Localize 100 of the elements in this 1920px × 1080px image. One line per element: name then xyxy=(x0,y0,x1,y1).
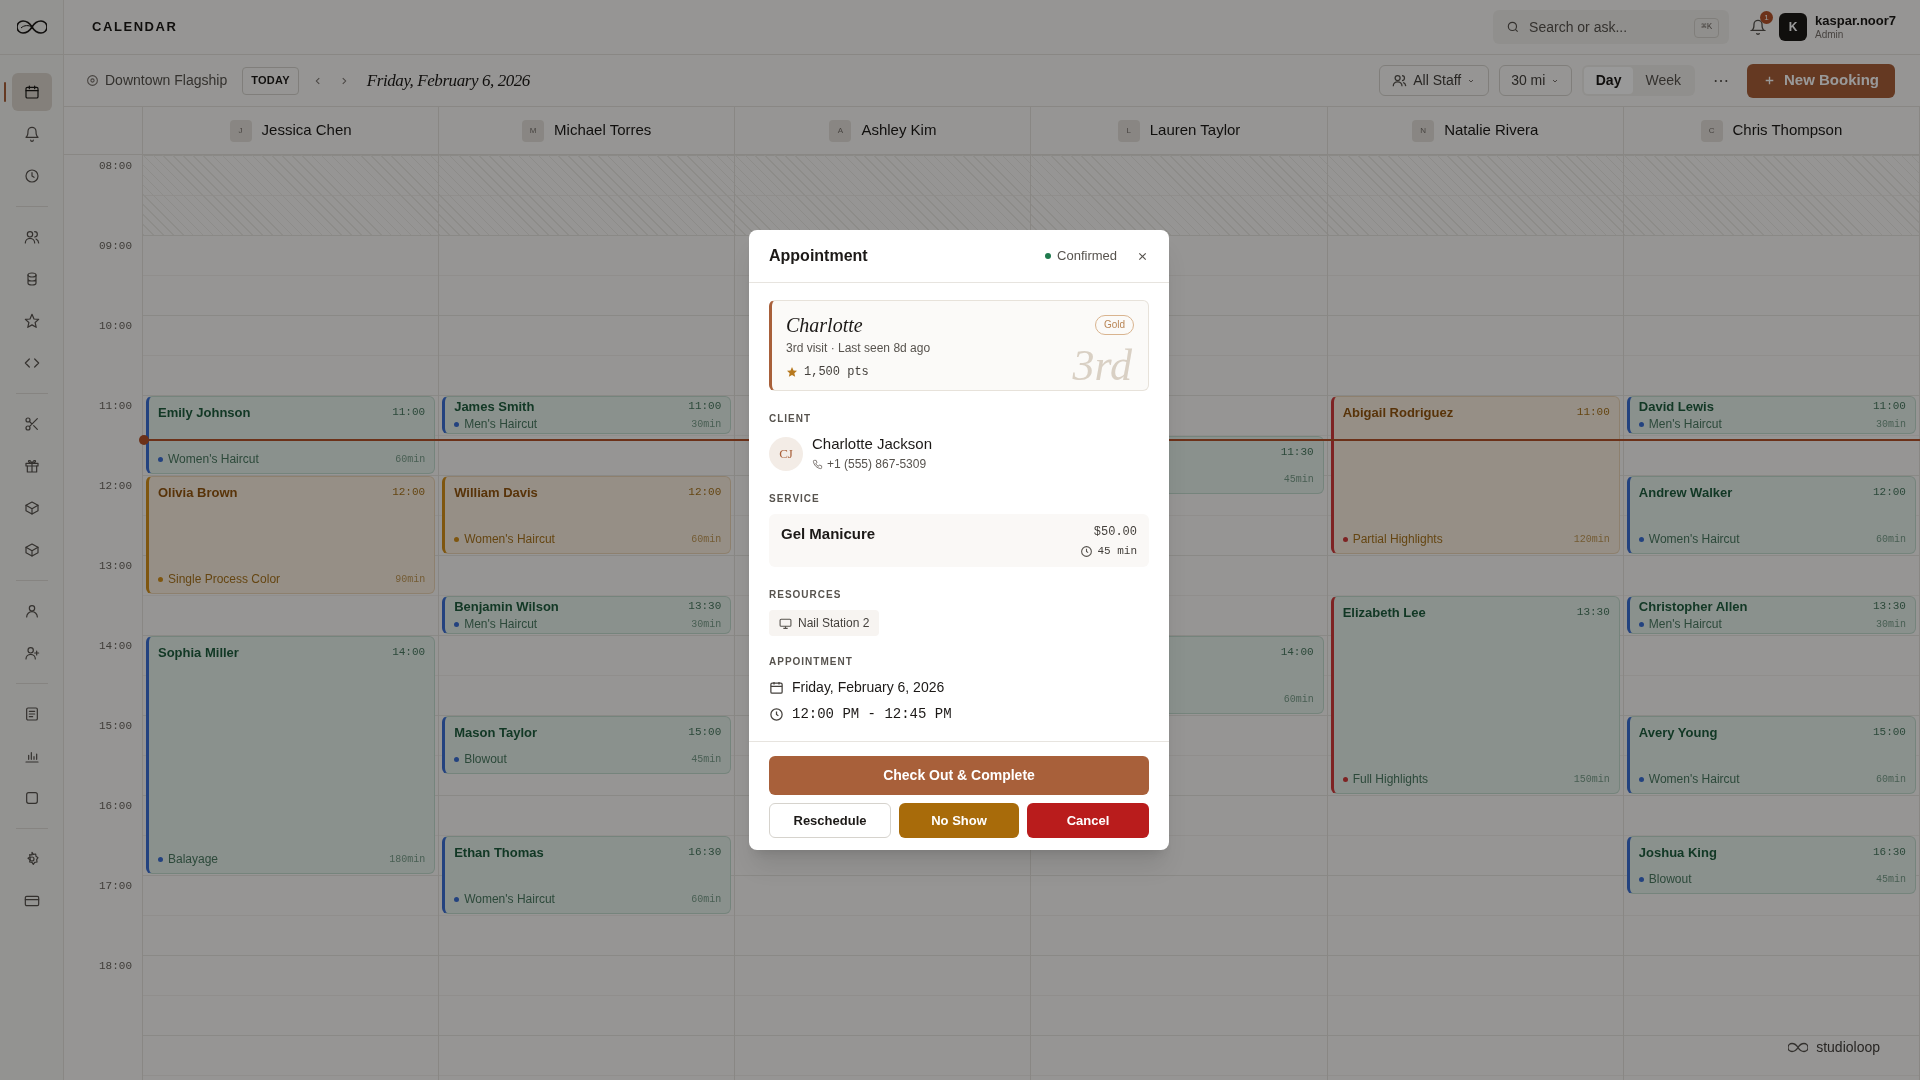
staff-name: Chris Thompson xyxy=(1732,120,1843,141)
appointment-time: 12:00 xyxy=(688,485,722,501)
appointment-duration: 60min xyxy=(395,452,426,467)
appointment-time: 16:30 xyxy=(1872,845,1906,861)
appointment-duration: 180min xyxy=(389,852,426,867)
service-name: Blowout xyxy=(464,751,507,767)
service-name: Men's Haircut xyxy=(464,616,538,632)
tier-badge: Gold xyxy=(1094,315,1134,335)
client-name: David Lewis xyxy=(1638,398,1714,415)
client-name: Mason Taylor xyxy=(454,724,537,741)
appointment-card[interactable]: Elizabeth Lee 13:30 Full Highlights 150min xyxy=(1330,596,1620,794)
location-name[interactable]: Downtown Flagship xyxy=(105,70,228,91)
hour-label: 08:00 xyxy=(99,159,132,174)
star-icon xyxy=(23,313,40,329)
client-name: Charlotte Jackson xyxy=(812,434,933,453)
appointment-card[interactable]: Olivia Brown 12:00 Single Process Color 90min xyxy=(146,476,436,594)
appointment-card[interactable]: Mason Taylor 15:00 Blowout 45min xyxy=(442,716,732,774)
user-avatar[interactable]: K xyxy=(1779,13,1808,41)
client-name: Ethan Thomas xyxy=(454,844,544,861)
service-name: Men's Haircut xyxy=(1648,416,1722,432)
client-name: Joshua King xyxy=(1638,844,1717,861)
service-name: Women's Haircut xyxy=(464,531,555,547)
scissors-icon xyxy=(23,416,40,432)
hour-label: 13:00 xyxy=(99,559,132,574)
appointment-card[interactable]: Emily Johnson 11:00 Women's Haircut 60min xyxy=(146,396,436,474)
cancel-button[interactable]: Cancel xyxy=(1027,803,1149,838)
bell-icon xyxy=(1750,19,1767,35)
appointment-duration: 150min xyxy=(1573,772,1610,787)
appointment-duration: 45min xyxy=(691,752,722,767)
appointment-time: 12:00 PM - 12:45 PM xyxy=(792,705,952,724)
user-plus-icon xyxy=(23,645,40,661)
staff-avatar: A xyxy=(829,119,852,142)
service-name: Women's Haircut xyxy=(168,451,259,467)
service-name: Women's Haircut xyxy=(1648,771,1740,787)
appointment-card[interactable]: Joshua King 16:30 Blowout 45min xyxy=(1626,836,1916,894)
interval-dropdown[interactable]: 30 mi xyxy=(1498,65,1572,96)
shortcut-key: ⌘K xyxy=(1694,18,1720,38)
user-icon xyxy=(23,603,40,619)
today-button[interactable]: TODAY xyxy=(242,66,299,95)
hour-label: 14:00 xyxy=(99,639,132,654)
box-icon xyxy=(23,500,40,516)
clock-icon xyxy=(769,707,784,722)
appointment-time: 14:00 xyxy=(1280,645,1314,660)
appointment-duration: 60min xyxy=(1283,693,1314,707)
close-icon xyxy=(1136,250,1148,262)
appointment-duration: 45min xyxy=(1875,872,1906,887)
appointment-duration: 60min xyxy=(1875,532,1906,547)
client-name: James Smith xyxy=(454,398,535,415)
new-booking-button[interactable]: New Booking xyxy=(1747,63,1895,98)
client-name: Andrew Walker xyxy=(1638,484,1733,501)
star-icon xyxy=(786,366,798,378)
brand-name: studioloop xyxy=(1816,1038,1880,1057)
view-tab[interactable]: Day xyxy=(1583,67,1634,94)
service-name: Full Highlights xyxy=(1352,771,1429,787)
appointment-card[interactable]: Christopher Allen 13:30 Men's Haircut 30min xyxy=(1626,596,1916,634)
appointment-card[interactable]: James Smith 11:00 Men's Haircut 30min xyxy=(442,396,732,434)
section-label: CLIENT xyxy=(769,412,813,426)
appointment-time: 15:00 xyxy=(1872,725,1906,741)
appointment-card[interactable]: Sophia Miller 14:00 Balayage 180min xyxy=(146,636,436,874)
client-name: Benjamin Wilson xyxy=(454,598,559,615)
appointment-duration: 30min xyxy=(691,617,722,632)
section-label: RESOURCES xyxy=(769,588,843,602)
no-show-button[interactable]: No Show xyxy=(899,803,1019,838)
service-name: Men's Haircut xyxy=(1648,616,1722,632)
reschedule-button[interactable]: Reschedule xyxy=(769,803,891,838)
view-tab[interactable]: Week xyxy=(1633,67,1693,94)
appointment-card[interactable]: Avery Young 15:00 Women's Haircut 60min xyxy=(1626,716,1916,794)
plus-icon xyxy=(1763,74,1776,87)
check-out-button[interactable]: Check Out & Complete xyxy=(769,756,1149,795)
active-indicator xyxy=(3,82,6,102)
appointment-time: 15:00 xyxy=(688,725,722,741)
appointment-time: 11:00 xyxy=(392,405,426,421)
appointment-card[interactable]: Abigail Rodriguez 11:00 Partial Highlights 120min xyxy=(1330,396,1620,554)
staff-filter-dropdown[interactable]: All Staff xyxy=(1378,65,1489,96)
hour-label: 12:00 xyxy=(99,479,132,494)
appointment-card[interactable]: William Davis 12:00 Women's Haircut 60min xyxy=(442,476,732,554)
appointment-duration: 60min xyxy=(691,532,722,547)
appointment-duration: 30min xyxy=(1875,617,1906,632)
more-button[interactable]: ⋯ xyxy=(1709,68,1733,93)
appointment-time: 11:00 xyxy=(688,399,722,415)
hour-label: 17:00 xyxy=(99,879,132,894)
client-name: Elizabeth Lee xyxy=(1342,604,1426,621)
notification-count: 1 xyxy=(1760,11,1774,24)
square-icon xyxy=(23,790,40,806)
appointment-card[interactable]: Andrew Walker 12:00 Women's Haircut 60min xyxy=(1626,476,1916,554)
client-name: Sophia Miller xyxy=(158,644,239,661)
brand-logo-icon xyxy=(1788,1042,1809,1053)
service-duration: 45 min xyxy=(1097,544,1137,559)
service-name: Balayage xyxy=(168,851,219,867)
appointment-card[interactable]: David Lewis 11:00 Men's Haircut 30min xyxy=(1626,396,1916,434)
appointment-card[interactable]: Ethan Thomas 16:30 Women's Haircut 60min xyxy=(442,836,732,914)
phone-icon xyxy=(812,458,823,470)
hour-label: 16:00 xyxy=(99,799,132,814)
service-name: Partial Highlights xyxy=(1352,531,1443,547)
appointment-card[interactable]: Benjamin Wilson 13:30 Men's Haircut 30min xyxy=(442,596,732,634)
logo-icon xyxy=(16,19,47,35)
calendar-icon xyxy=(23,84,40,100)
monitor-icon xyxy=(779,616,792,630)
section-label: SERVICE xyxy=(769,492,821,506)
box-icon xyxy=(23,542,40,558)
